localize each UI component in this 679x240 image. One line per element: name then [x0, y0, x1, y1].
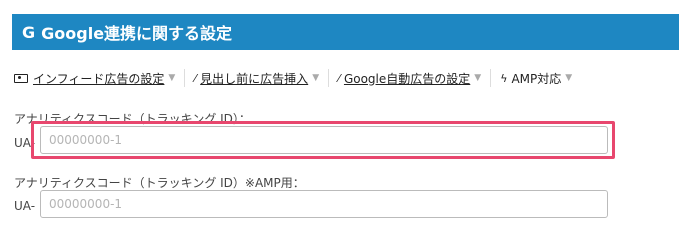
chevron-down-icon: ▼ [312, 73, 320, 83]
lightning-icon: ϟ [500, 71, 508, 85]
tab-bar: インフィード広告の設定 ▼ ⁄ 見出し前に広告挿入 ▼ ⁄ Google自動広告… [14, 62, 679, 94]
tab-infeed-ads[interactable]: インフィード広告の設定 ▼ [14, 70, 175, 87]
chevron-down-icon: ▼ [168, 73, 176, 83]
tab-label: Google自動広告の設定 [343, 71, 471, 86]
magic-wand-icon: ⁄ [194, 71, 197, 85]
divider [184, 69, 186, 87]
magic-wand-icon: ⁄ [338, 71, 340, 85]
tab-label: AMP対応 [511, 71, 562, 86]
ua-prefix: UA- [14, 199, 36, 213]
tab-label: 見出し前に広告挿入 [200, 71, 309, 86]
google-icon: G [22, 22, 36, 42]
divider [490, 69, 492, 87]
settings-header: G Google連携に関する設定 [12, 14, 679, 50]
chevron-down-icon: ▼ [474, 73, 482, 83]
tab-label: インフィード広告の設定 [33, 71, 165, 86]
analytics-amp-code-input[interactable] [40, 190, 608, 218]
analytics-amp-code-label: アナリティクスコード（トラッキング ID）※AMP用： [14, 176, 305, 190]
tab-google-auto-ads[interactable]: ⁄ Google自動広告の設定 ▼ [338, 70, 481, 87]
tab-amp[interactable]: ϟ AMP対応 ▼ [500, 70, 572, 87]
tab-ad-before-heading[interactable]: ⁄ 見出し前に広告挿入 ▼ [194, 70, 319, 87]
divider [328, 69, 330, 87]
page-title: Google連携に関する設定 [41, 24, 233, 43]
chevron-down-icon: ▼ [565, 73, 573, 83]
money-icon [14, 73, 28, 83]
focus-highlight [31, 121, 615, 159]
